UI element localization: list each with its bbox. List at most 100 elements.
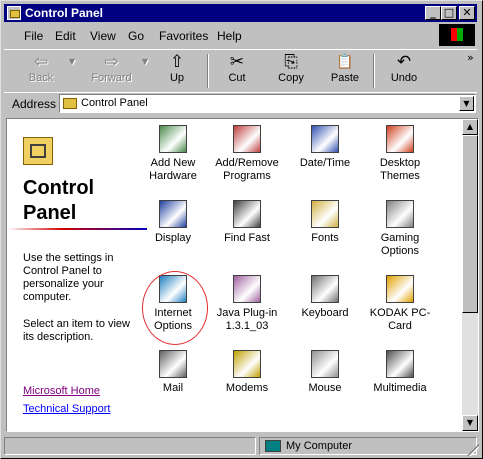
address-dropdown-button[interactable]: ▼ (459, 96, 474, 111)
my-computer-icon (265, 440, 281, 452)
toolbar: ⇦ Back ▼ ⇨ Forward ▼ ⇧ Up ✂ Cut ⎘ Copy 📋… (4, 49, 477, 93)
menu-go[interactable]: Go (128, 29, 144, 43)
item-label: Keyboard (301, 307, 349, 319)
copy-icon: ⎘ (284, 52, 298, 72)
resize-grip[interactable] (467, 444, 479, 456)
kodak-icon (386, 275, 414, 303)
close-button[interactable]: ✕ (459, 6, 475, 20)
minimize-button[interactable]: _ (425, 6, 441, 20)
menu-help[interactable]: Help (217, 29, 242, 43)
undo-label: Undo (390, 72, 418, 84)
control-panel-item[interactable]: Fonts (287, 198, 363, 245)
cut-label: Cut (228, 72, 246, 84)
status-bar: My Computer (4, 436, 479, 456)
item-label: Display (154, 232, 192, 244)
back-button[interactable]: ⇦ Back (16, 52, 66, 90)
control-panel-item[interactable]: Java Plug-in 1.3.1_03 (209, 273, 285, 333)
menu-file[interactable]: File (24, 29, 43, 43)
control-panel-folder-icon (7, 6, 21, 20)
item-label: Java Plug-in 1.3.1_03 (216, 307, 278, 332)
menu-edit[interactable]: Edit (55, 29, 76, 43)
item-label: Desktop Themes (379, 157, 421, 182)
menu-favorites[interactable]: Favorites (159, 29, 208, 43)
control-panel-item[interactable]: Modems (209, 348, 285, 395)
up-folder-icon: ⇧ (169, 52, 185, 72)
undo-icon: ↶ (396, 52, 412, 72)
selection-hint: Select an item to view its description. (23, 318, 130, 343)
up-button[interactable]: ⇧ Up (154, 52, 200, 90)
programs-icon (233, 125, 261, 153)
control-panel-item[interactable]: Add/Remove Programs (209, 123, 285, 183)
control-panel-item[interactable]: Keyboard (287, 273, 363, 320)
control-panel-item[interactable]: Add New Hardware (135, 123, 211, 183)
scroll-up-button[interactable]: ▲ (462, 119, 478, 135)
fonts-folder-icon (311, 200, 339, 228)
control-panel-item[interactable]: Gaming Options (362, 198, 438, 258)
forward-button[interactable]: ⇨ Forward (84, 52, 139, 90)
address-value: Control Panel (81, 97, 148, 109)
status-location: My Computer (286, 440, 353, 452)
item-label: Mail (162, 382, 184, 394)
back-arrow-icon: ⇦ (33, 52, 49, 72)
highlight-circle (142, 271, 208, 345)
heading-divider (7, 228, 147, 230)
back-dropdown[interactable]: ▼ (66, 52, 78, 90)
control-panel-item[interactable]: Mouse (287, 348, 363, 395)
address-field[interactable]: Control Panel ▼ (59, 94, 476, 113)
item-label: Date/Time (299, 157, 351, 169)
vertical-scrollbar[interactable]: ▲ ▼ (462, 119, 478, 431)
forward-dropdown[interactable]: ▼ (139, 52, 151, 90)
control-panel-item[interactable]: Display (135, 198, 211, 245)
item-label: Mouse (308, 382, 342, 394)
toolbar-separator (373, 54, 375, 88)
panel-description: Use the settings in Control Panel to per… (23, 252, 114, 303)
java-icon (233, 275, 261, 303)
paste-button[interactable]: 📋 Paste (322, 52, 368, 90)
menu-view[interactable]: View (90, 29, 116, 43)
control-panel-item[interactable]: Desktop Themes (362, 123, 438, 183)
address-label: Address (12, 97, 57, 111)
keyboard-icon (311, 275, 339, 303)
binoculars-icon (233, 200, 261, 228)
paste-label: Paste (330, 72, 360, 84)
control-panel-item[interactable]: Find Fast (209, 198, 285, 245)
control-panel-folder-icon (63, 98, 77, 109)
control-panel-large-icon (23, 137, 53, 165)
microsoft-home-link[interactable]: Microsoft Home (23, 385, 100, 397)
toolbar-more-chevron-icon[interactable]: » (467, 51, 474, 64)
item-label: Gaming Options (380, 232, 420, 257)
modem-icon (233, 350, 261, 378)
multimedia-icon (386, 350, 414, 378)
window-title: Control Panel (25, 6, 104, 20)
control-panel-item[interactable]: KODAK PC-Card (362, 273, 438, 333)
mouse-icon (311, 350, 339, 378)
address-bar: Address Control Panel ▼ (4, 92, 477, 115)
item-label: KODAK PC-Card (369, 307, 431, 332)
control-panel-item[interactable]: Multimedia (362, 348, 438, 395)
control-panel-window: Control Panel _ □ ✕ File Edit View Go Fa… (0, 0, 483, 459)
mail-icon (159, 350, 187, 378)
maximize-button[interactable]: □ (441, 6, 457, 20)
scissors-icon: ✂ (229, 52, 245, 72)
scroll-down-button[interactable]: ▼ (462, 415, 478, 431)
folder-view: Control Panel Use the settings in Contro… (6, 118, 479, 432)
icon-grid: Add New Hardware Add/Remove Programs Date/… (147, 119, 463, 431)
control-panel-item[interactable]: Date/Time (287, 123, 363, 170)
item-label: Find Fast (224, 232, 270, 244)
forward-label: Forward (91, 72, 132, 84)
toolbar-separator (207, 54, 209, 88)
undo-button[interactable]: ↶ Undo (381, 52, 427, 90)
technical-support-link[interactable]: Technical Support (23, 403, 110, 415)
forward-arrow-icon: ⇨ (104, 52, 119, 72)
copy-button[interactable]: ⎘ Copy (268, 52, 314, 90)
scroll-thumb[interactable] (462, 135, 478, 313)
themes-icon (386, 125, 414, 153)
monitor-icon (159, 200, 187, 228)
title-bar[interactable]: Control Panel _ □ ✕ (4, 4, 477, 22)
paste-icon: 📋 (336, 54, 354, 70)
joystick-icon (386, 200, 414, 228)
back-label: Back (28, 72, 54, 84)
cut-button[interactable]: ✂ Cut (214, 52, 260, 90)
hardware-icon (159, 125, 187, 153)
control-panel-item[interactable]: Mail (135, 348, 211, 395)
